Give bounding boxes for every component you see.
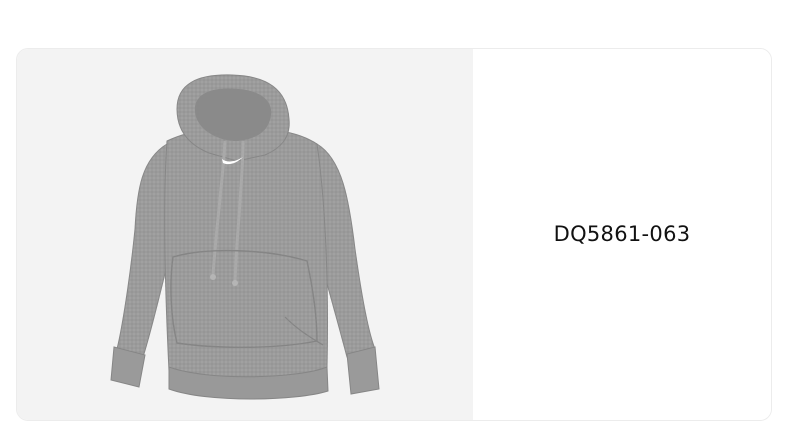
product-card[interactable]: DQ5861-063: [16, 48, 772, 421]
hoodie-illustration: [110, 74, 380, 400]
product-code: DQ5861-063: [553, 221, 691, 246]
hoodie-body: [164, 128, 329, 381]
right-cuff: [346, 346, 380, 395]
product-image[interactable]: [17, 49, 473, 420]
product-info: DQ5861-063: [473, 49, 771, 420]
